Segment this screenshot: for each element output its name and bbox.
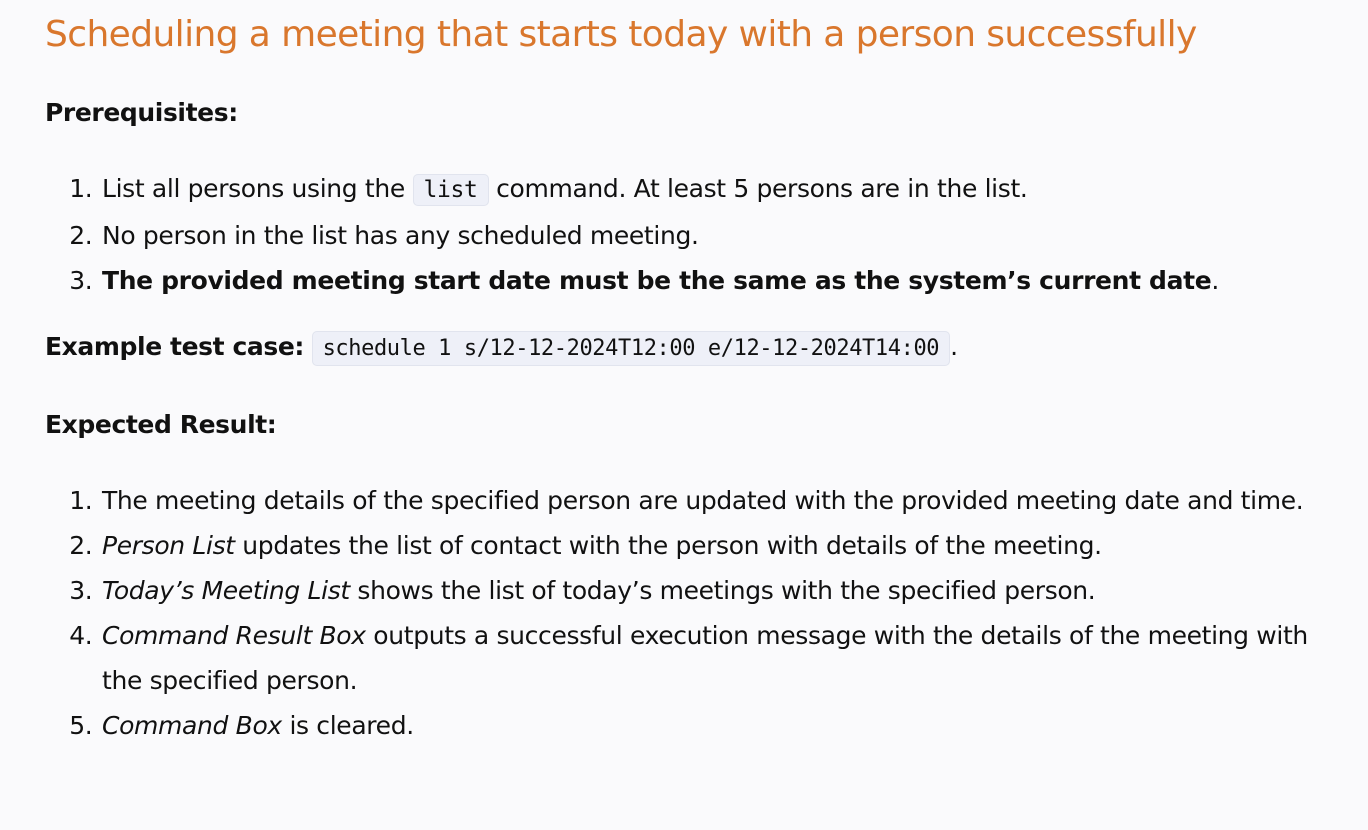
document-page: Scheduling a meeting that starts today w… — [0, 0, 1368, 830]
list-item: Today’s Meeting List shows the list of t… — [100, 568, 1335, 613]
list-item-text: . — [1211, 266, 1219, 295]
expected-heading: Expected Result: — [45, 410, 277, 439]
expected-list: The meeting details of the specified per… — [45, 478, 1335, 748]
italic-term: Today’s Meeting List — [102, 576, 350, 605]
italic-term: Command Result Box — [102, 621, 366, 650]
page-title: Scheduling a meeting that starts today w… — [45, 14, 1197, 55]
list-item: Command Box is cleared. — [100, 703, 1335, 748]
list-item-text: shows the list of today’s meetings with … — [349, 576, 1096, 605]
inline-code: list — [412, 174, 489, 206]
list-item: Person List updates the list of contact … — [100, 523, 1335, 568]
example-after: . — [950, 332, 958, 361]
list-item-text: List all persons using the — [102, 174, 405, 203]
prerequisites-list: List all persons using the list command.… — [45, 166, 1335, 303]
italic-term: Person List — [102, 531, 235, 560]
prerequisites-heading: Prerequisites: — [45, 98, 238, 127]
list-item: The provided meeting start date must be … — [100, 258, 1335, 303]
list-item: Command Result Box outputs a successful … — [100, 613, 1335, 703]
list-item: No person in the list has any scheduled … — [100, 213, 1335, 258]
example-label: Example test case: — [45, 332, 305, 361]
list-item: The meeting details of the specified per… — [100, 478, 1335, 523]
list-item-text: command. At least 5 persons are in the l… — [496, 174, 1028, 203]
italic-term: Command Box — [102, 711, 282, 740]
bold-text: The provided meeting start date must be … — [102, 266, 1212, 295]
list-item-text: updates the list of contact with the per… — [234, 531, 1102, 560]
list-item: List all persons using the list command.… — [100, 166, 1335, 213]
example-test-case: Example test case: schedule 1 s/12-12-20… — [45, 331, 958, 366]
example-code: schedule 1 s/12-12-2024T12:00 e/12-12-20… — [311, 331, 951, 366]
list-item-text: is cleared. — [281, 711, 414, 740]
